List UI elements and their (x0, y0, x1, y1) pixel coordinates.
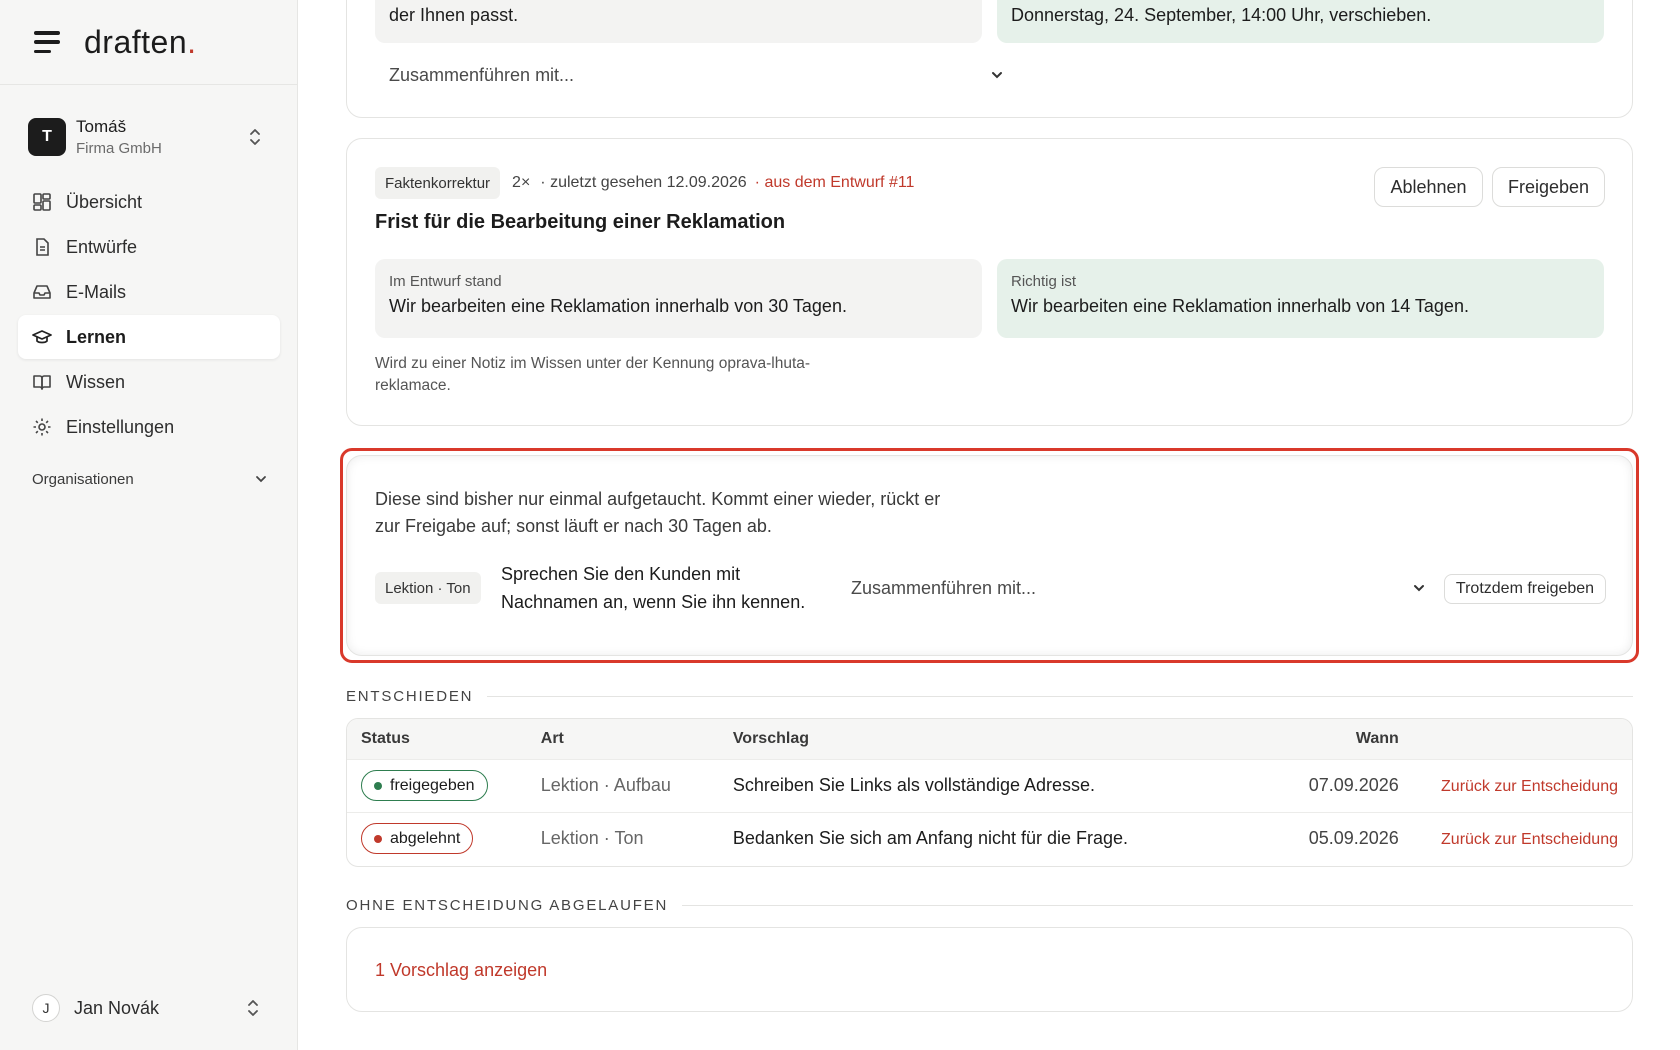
category-tag: Lektion · Ton (375, 572, 481, 604)
nav-label: E-Mails (66, 281, 127, 302)
account-avatar: T (28, 118, 66, 156)
nav-item-entwuerfe[interactable]: Entwürfe (18, 225, 280, 269)
decided-section-title: ENTSCHIEDEN (346, 688, 1633, 705)
user-name: Jan Novák (74, 997, 160, 1018)
status-badge: abgelehnt (361, 823, 474, 855)
correct-box: Donnerstag, 24. September, 14:00 Uhr, ve… (997, 0, 1604, 43)
type-cell: Lektion · Aufbau (526, 758, 719, 812)
suggestion-title: Frist für die Bearbeitung einer Reklamat… (375, 211, 786, 233)
single-occurrence-info: Diese sind bisher nur einmal aufgetaucht… (375, 489, 941, 536)
organisations-toggle[interactable]: Organisationen (32, 464, 268, 494)
nav-label: Übersicht (66, 191, 143, 212)
book-icon (33, 375, 51, 390)
nav-item-uebersicht[interactable]: Übersicht (18, 180, 280, 224)
expired-section-title: OHNE ENTSCHEIDUNG ABGELAUFEN (346, 897, 1633, 914)
nav-label: Einstellungen (66, 416, 175, 437)
organisations-label: Organisationen (32, 470, 134, 488)
date-cell: 05.09.2026 (1294, 811, 1413, 865)
sidebar: draften. T Tomáš Firma GmbH Übersicht En… (0, 0, 298, 1050)
column-header: Vorschlag (718, 719, 1295, 759)
draft-box: Im Entwurf stand Wir bearbeiten eine Rek… (375, 259, 982, 338)
correct-box: Richtig ist Wir bearbeiten eine Reklamat… (997, 259, 1604, 338)
user-avatar: J (32, 994, 60, 1022)
approve-anyway-button[interactable]: Trotzdem freigeben (1444, 574, 1606, 604)
menu-icon[interactable] (34, 31, 60, 53)
column-header-empty (1412, 719, 1632, 759)
expired-card: 1 Vorschlag anzeigen (346, 927, 1633, 1012)
nav-label: Lernen (66, 326, 127, 347)
main-nav: Übersicht Entwürfe E-Mails Lernen Wissen… (18, 180, 280, 450)
last-seen: · zuletzt gesehen 12.09.2026 (540, 174, 747, 191)
decided-table-card: Status Art Vorschlag Wann freigegeben Le… (346, 718, 1633, 867)
source-draft-link[interactable]: · aus dem Entwurf #11 (755, 174, 915, 192)
merge-select[interactable]: Zusammenführen mit... (851, 572, 1426, 604)
merge-select[interactable]: Zusammenführen mit... (389, 59, 1004, 91)
user-menu[interactable]: J Jan Novák (32, 990, 268, 1026)
suggestion-card-scheduling: der Ihnen passt. Donnerstag, 24. Septemb… (346, 0, 1633, 118)
chevron-updown-icon (248, 1000, 258, 1016)
nav-item-lernen[interactable]: Lernen (18, 315, 280, 359)
single-occurrence-card: Diese sind bisher nur einmal aufgetaucht… (346, 455, 1633, 656)
chevron-down-icon (256, 476, 266, 483)
nav-label: Wissen (66, 371, 126, 392)
decided-table: Status Art Vorschlag Wann freigegeben Le… (347, 719, 1632, 865)
table-row: freigegeben Lektion · Aufbau Schreiben S… (347, 758, 1632, 812)
nav-item-wissen[interactable]: Wissen (18, 360, 280, 404)
column-header: Art (526, 719, 719, 759)
column-header: Wann (1294, 719, 1413, 759)
date-cell: 07.09.2026 (1294, 758, 1413, 812)
chevron-updown-icon (250, 129, 260, 145)
show-expired-link[interactable]: 1 Vorschlag anzeigen (375, 960, 547, 981)
suggestion-cell: Bedanken Sie sich am Anfang nicht für di… (718, 811, 1295, 865)
reject-button[interactable]: Ablehnen (1374, 167, 1483, 207)
knowledge-note: Wird zu einer Notiz im Wissen unter der … (375, 355, 811, 394)
occurrence-count: 2× (512, 174, 531, 191)
graduation-cap-icon (32, 330, 52, 344)
account-name: Tomáš (76, 117, 127, 136)
type-cell: Lektion · Ton (526, 811, 719, 865)
nav-label: Entwürfe (66, 236, 138, 257)
account-company: Firma GmbH (76, 140, 162, 157)
status-badge: freigegeben (361, 770, 488, 801)
brand-bar: draften. (0, 0, 297, 85)
column-header: Status (347, 719, 527, 759)
inbox-icon (33, 285, 51, 299)
account-switcher[interactable]: T Tomáš Firma GmbH (20, 112, 278, 162)
category-tag: Faktenkorrektur (375, 167, 501, 199)
suggestion-text: Sprechen Sie den Kunden mit Nachnamen an… (501, 564, 806, 612)
gear-icon (33, 418, 51, 436)
suggestion-card-fact-correction: Faktenkorrektur 2× · zuletzt gesehen 12.… (346, 138, 1633, 426)
suggestion-cell: Schreiben Sie Links als vollständige Adr… (718, 758, 1295, 812)
chevron-down-icon (1414, 585, 1424, 592)
approve-button[interactable]: Freigeben (1492, 167, 1605, 207)
nav-item-emails[interactable]: E-Mails (18, 270, 280, 314)
revert-decision-link[interactable]: Zurück zur Entscheidung (1441, 778, 1618, 795)
draft-box: der Ihnen passt. (375, 0, 982, 43)
document-icon (36, 238, 49, 256)
revert-decision-link[interactable]: Zurück zur Entscheidung (1441, 831, 1618, 848)
logo: draften. (84, 23, 197, 60)
table-row: abgelehnt Lektion · Ton Bedanken Sie sic… (347, 811, 1632, 865)
dashboard-icon (33, 193, 51, 211)
nav-item-einstellungen[interactable]: Einstellungen (18, 405, 280, 449)
chevron-down-icon (992, 72, 1002, 79)
table-header-row: Status Art Vorschlag Wann (347, 719, 1632, 759)
